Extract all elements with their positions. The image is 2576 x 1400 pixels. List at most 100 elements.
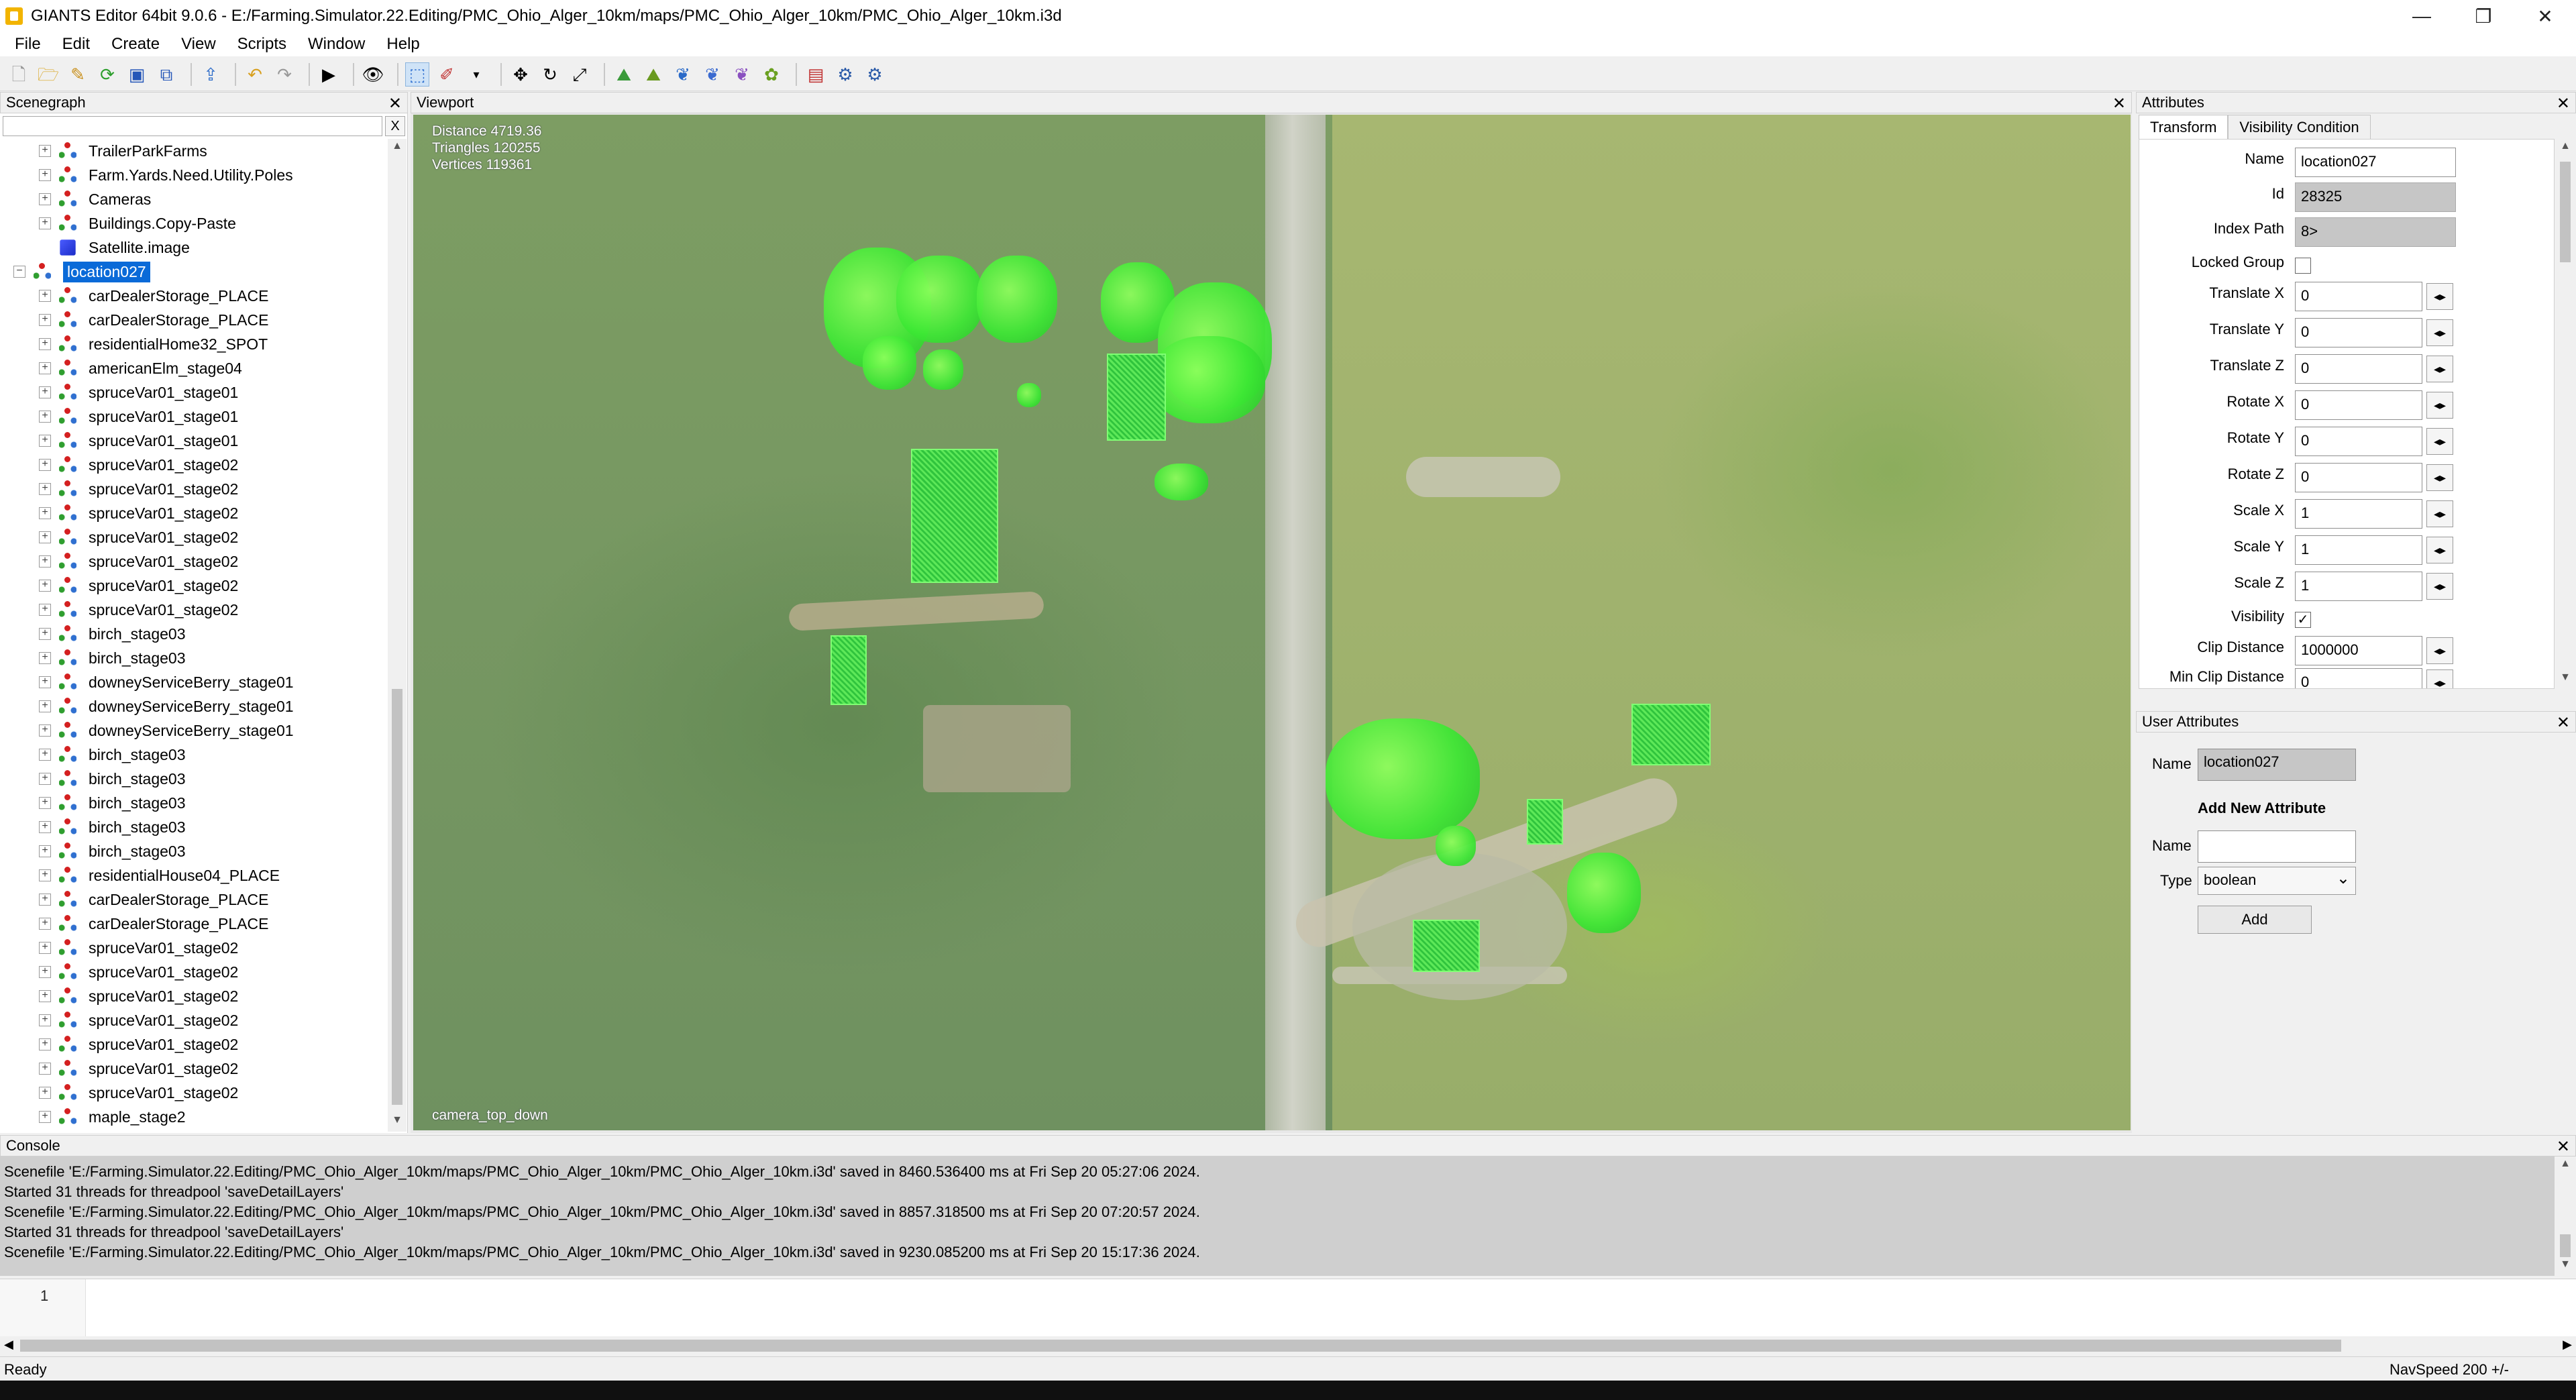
expand-icon[interactable]: + (39, 918, 51, 930)
redo-icon[interactable]: ↷ (272, 62, 297, 87)
scroll-right-icon[interactable]: ▶ (2563, 1338, 2572, 1352)
tree-item[interactable]: + spruceVar01_stage02 (0, 1057, 388, 1081)
tree-item[interactable]: + spruceVar01_stage02 (0, 598, 388, 622)
menu-edit[interactable]: Edit (52, 35, 101, 54)
tree-item[interactable]: + spruceVar01_stage01 (0, 380, 388, 405)
expand-icon[interactable]: + (39, 314, 51, 326)
expand-icon[interactable]: + (39, 531, 51, 543)
expand-icon[interactable]: + (39, 604, 51, 616)
tree-model[interactable] (977, 256, 1057, 343)
tree-item[interactable]: + downeyServiceBerry_stage01 (0, 670, 388, 694)
expand-icon[interactable]: + (39, 869, 51, 881)
translate-y-input[interactable]: 0 (2295, 318, 2422, 347)
building-model[interactable] (1631, 704, 1711, 765)
tree-item[interactable]: + americanElm_stage04 (0, 356, 388, 380)
min-clip-distance-spin-icon[interactable]: ◂▸ (2426, 669, 2453, 688)
tree-item[interactable]: + spruceVar01_stage02 (0, 501, 388, 525)
expand-icon[interactable]: + (39, 966, 51, 978)
expand-icon[interactable]: + (39, 676, 51, 688)
min-clip-distance-input[interactable]: 0 (2295, 668, 2422, 688)
tab-visibility-condition[interactable]: Visibility Condition (2228, 115, 2371, 139)
tree-model[interactable] (1151, 336, 1265, 423)
expand-icon[interactable]: + (39, 700, 51, 712)
expand-icon[interactable]: + (39, 724, 51, 737)
scroll-left-icon[interactable]: ◀ (4, 1338, 13, 1352)
select-icon[interactable]: ⬚ (405, 62, 429, 87)
viewport-3d-view[interactable]: Distance 4719.36 Triangles 120255 Vertic… (413, 115, 2131, 1130)
undo-icon[interactable]: ↶ (243, 62, 267, 87)
scale-y-spin-icon[interactable]: ◂▸ (2426, 537, 2453, 563)
tree-item[interactable]: + birch_stage03 (0, 743, 388, 767)
height-paint-icon[interactable]: ❦ (730, 62, 754, 87)
rotate-x-spin-icon[interactable]: ◂▸ (2426, 392, 2453, 419)
expand-icon[interactable]: + (39, 990, 51, 1002)
scenegraph-tree[interactable]: + TrailerParkFarms + Farm.Yards.Need.Utilit… (0, 139, 388, 1132)
new-attribute-name-input[interactable] (2198, 830, 2356, 863)
tree-item[interactable]: + birch_stage03 (0, 839, 388, 863)
console-scroll-thumb[interactable] (2560, 1234, 2571, 1257)
scenegraph-scroll-thumb[interactable] (392, 689, 402, 1105)
translate-x-spin-icon[interactable]: ◂▸ (2426, 283, 2453, 310)
tree-item[interactable]: + spruceVar01_stage02 (0, 936, 388, 960)
rotate-x-input[interactable]: 0 (2295, 390, 2422, 420)
dropdown-icon[interactable]: ▾ (464, 62, 488, 87)
tree-model[interactable] (1017, 383, 1041, 407)
texture-paint-icon[interactable]: ❦ (700, 62, 724, 87)
brush-icon[interactable]: ✐ (435, 62, 459, 87)
tree-item[interactable]: + maple_stage2 (0, 1105, 388, 1129)
collapse-icon[interactable]: − (13, 266, 25, 278)
tree-item[interactable]: + TrailerParkFarms (0, 139, 388, 163)
scale-x-input[interactable]: 1 (2295, 499, 2422, 529)
tree-model[interactable] (896, 256, 983, 343)
tree-item[interactable]: + carDealerStorage_PLACE (0, 308, 388, 332)
user-attributes-close-button[interactable]: ✕ (2557, 712, 2570, 733)
expand-icon[interactable]: + (39, 1038, 51, 1051)
close-button[interactable]: ✕ (2514, 0, 2576, 32)
expand-icon[interactable]: + (39, 1111, 51, 1123)
scroll-up-icon[interactable]: ▲ (388, 140, 407, 156)
tree-item[interactable]: + birch_stage03 (0, 646, 388, 670)
expand-icon[interactable]: + (39, 773, 51, 785)
tree-model[interactable] (863, 336, 916, 390)
scenegraph-clear-button[interactable]: X (385, 116, 405, 136)
scenegraph-search-input[interactable] (3, 116, 382, 136)
open-folder-icon[interactable]: 🗁 (36, 62, 60, 87)
building-model[interactable] (1107, 354, 1166, 441)
expand-icon[interactable]: + (39, 193, 51, 205)
decal-paint-icon[interactable]: ✿ (759, 62, 784, 87)
scenegraph-close-button[interactable]: ✕ (388, 93, 402, 114)
tree-model[interactable] (923, 349, 963, 390)
rotate-y-input[interactable]: 0 (2295, 427, 2422, 456)
terrain-sculpt-icon[interactable]: ⛰ (612, 62, 636, 87)
expand-icon[interactable]: + (39, 1014, 51, 1026)
tree-item[interactable]: + spruceVar01_stage02 (0, 574, 388, 598)
tree-item[interactable]: + spruceVar01_stage02 (0, 984, 388, 1008)
console-close-button[interactable]: ✕ (2557, 1136, 2570, 1157)
tree-item[interactable]: + Cameras (0, 187, 388, 211)
console-hscroll-thumb[interactable] (20, 1340, 2341, 1352)
expand-icon[interactable]: + (39, 628, 51, 640)
expand-icon[interactable]: + (39, 362, 51, 374)
tree-item[interactable]: + carDealerStorage_PLACE (0, 887, 388, 912)
tree-model[interactable] (1567, 853, 1641, 933)
console-scrollbar[interactable]: ▲ ▼ (2555, 1156, 2576, 1276)
new-file-icon[interactable]: 🗋 (7, 62, 31, 87)
eye-icon[interactable]: 👁 (361, 62, 385, 87)
building-model[interactable] (1413, 920, 1480, 972)
tree-item[interactable]: + spruceVar01_stage02 (0, 1081, 388, 1105)
scale-z-spin-icon[interactable]: ◂▸ (2426, 573, 2453, 600)
translate-z-spin-icon[interactable]: ◂▸ (2426, 356, 2453, 382)
locked-group-checkbox[interactable] (2295, 258, 2311, 274)
menu-scripts[interactable]: Scripts (227, 35, 297, 54)
foliage-paint-icon[interactable]: ❦ (671, 62, 695, 87)
terrain-paint-icon[interactable]: ⛰ (641, 62, 665, 87)
expand-icon[interactable]: + (39, 386, 51, 398)
expand-icon[interactable]: + (39, 797, 51, 809)
expand-icon[interactable]: + (39, 217, 51, 229)
scale-x-spin-icon[interactable]: ◂▸ (2426, 500, 2453, 527)
settings-icon[interactable]: ⚙ (833, 62, 857, 87)
scale-y-input[interactable]: 1 (2295, 535, 2422, 565)
export-icon[interactable]: ⇪ (199, 62, 223, 87)
tree-item[interactable]: + birch_stage03 (0, 791, 388, 815)
expand-icon[interactable]: + (39, 169, 51, 181)
